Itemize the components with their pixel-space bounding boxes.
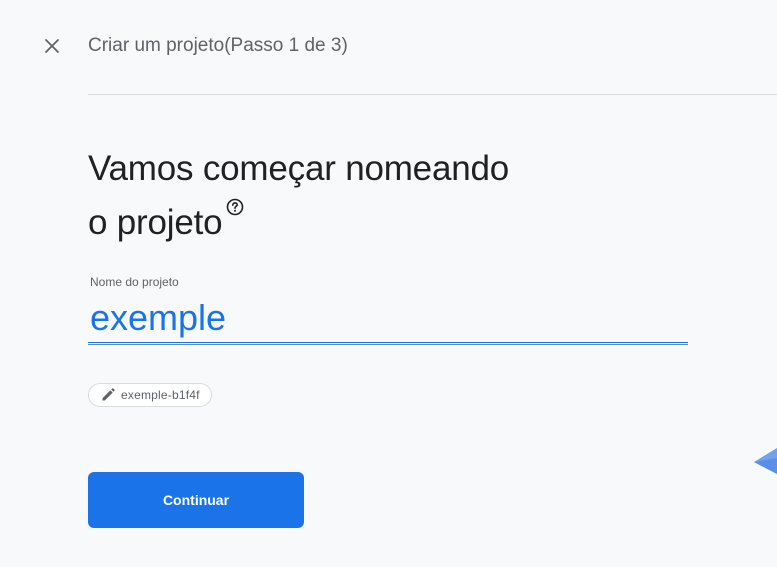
headline-line-2: o projeto <box>88 196 608 250</box>
headline-line-1: Vamos começar nomeando <box>88 149 510 188</box>
pencil-icon <box>102 388 115 401</box>
header-divider <box>88 94 777 95</box>
help-circle-icon[interactable] <box>226 198 244 216</box>
project-id-label: exemple-b1f4f <box>121 388 200 402</box>
project-name-input[interactable] <box>88 293 688 343</box>
page-title: Criar um projeto(Passo 1 de 3) <box>88 35 348 56</box>
create-project-page: Criar um projeto(Passo 1 de 3) Vamos com… <box>0 0 777 567</box>
project-name-label: Nome do projeto <box>90 275 179 289</box>
project-name-underline <box>88 344 688 345</box>
headline: Vamos começar nomeando o projeto <box>88 142 608 250</box>
headline-line-2-text: o projeto <box>88 203 223 242</box>
project-id-chip[interactable]: exemple-b1f4f <box>88 383 212 407</box>
header: Criar um projeto(Passo 1 de 3) <box>0 0 777 94</box>
decorative-shape <box>754 448 777 474</box>
continue-button[interactable]: Continuar <box>88 472 304 528</box>
close-button[interactable] <box>40 34 64 58</box>
close-icon <box>45 39 59 53</box>
